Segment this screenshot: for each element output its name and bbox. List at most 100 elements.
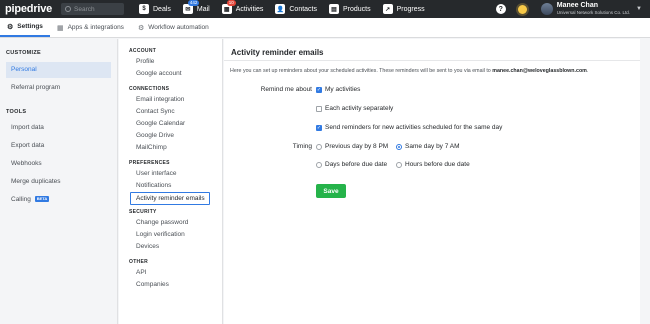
user-menu[interactable]: Manee Chan Universal Network Solutions C…	[557, 2, 630, 16]
left-sidebar: CUSTOMIZE Personal Referral program TOOL…	[0, 39, 118, 324]
sidebar-item-import-data[interactable]: Import data	[0, 120, 117, 136]
lightbulb-icon[interactable]	[517, 4, 527, 14]
radio-selected-icon[interactable]	[396, 143, 402, 150]
option-each-activity[interactable]: Each activity separately	[316, 105, 393, 112]
subnav-item-profile[interactable]: Profile	[119, 56, 222, 68]
subnav-item-companies[interactable]: Companies	[119, 279, 222, 291]
search-placeholder: Search	[74, 5, 95, 13]
section-heading-customize: CUSTOMIZE	[6, 50, 41, 56]
option-my-activities[interactable]: ✓ My activities	[316, 86, 360, 93]
dollar-icon: $	[139, 4, 149, 14]
radio-icon[interactable]	[396, 161, 402, 168]
option-same-day-label: Same day by 7 AM	[405, 143, 460, 150]
main-content: Activity reminder emails Here you can se…	[224, 39, 640, 324]
search-icon	[65, 6, 71, 12]
sidebar-item-calling-label: Calling	[11, 196, 31, 203]
subnav-item-google-drive[interactable]: Google Drive	[119, 130, 222, 142]
option-hours-before[interactable]: Hours before due date	[396, 161, 470, 168]
subnav-item-user-interface[interactable]: User interface	[119, 168, 222, 180]
settings-subnav: ACCOUNT Profile Google account CONNECTIO…	[119, 39, 223, 324]
checkbox-icon[interactable]	[316, 105, 322, 112]
tab-workflow-label: Workflow automation	[148, 24, 209, 31]
subnav-heading-preferences: PREFERENCES	[129, 160, 170, 166]
subnav-item-change-password[interactable]: Change password	[119, 217, 222, 229]
page-title: Activity reminder emails	[224, 39, 640, 61]
checkbox-checked-icon[interactable]: ✓	[316, 86, 322, 93]
automation-icon: ⚙	[137, 24, 145, 32]
avatar[interactable]	[540, 3, 553, 15]
option-same-day[interactable]: Same day by 7 AM	[396, 143, 460, 150]
gear-icon: ⚙	[7, 23, 14, 31]
subnav-heading-connections: CONNECTIONS	[129, 86, 170, 92]
nav-progress-label: Progress	[396, 5, 425, 13]
main-nav: $ Deals ✉ 442 Mail ▦ 10 Activities 👤 Con…	[139, 0, 437, 14]
nav-mail[interactable]: ✉ 442 Mail	[182, 0, 210, 14]
sidebar-item-calling[interactable]: Calling BETA	[0, 192, 117, 208]
topbar-right: ? Manee Chan Universal Network Solutions…	[495, 0, 650, 18]
option-my-activities-label: My activities	[325, 86, 361, 93]
description-end: .	[586, 68, 589, 74]
section-heading-tools: TOOLS	[6, 109, 27, 115]
nav-activities[interactable]: ▦ 10 Activities	[221, 0, 264, 14]
settings-tabs: ⚙ Settings ▦ Apps & integrations ⚙ Workf…	[0, 18, 650, 38]
option-hours-before-label: Hours before due date	[405, 161, 470, 168]
tab-workflow-automation[interactable]: ⚙ Workflow automation	[131, 18, 216, 37]
subnav-heading-account: ACCOUNT	[129, 48, 157, 54]
subnav-item-contact-sync[interactable]: Contact Sync	[119, 106, 222, 118]
checkbox-checked-icon[interactable]: ✓	[316, 124, 322, 131]
nav-contacts-label: Contacts	[289, 5, 317, 13]
right-scroll-area	[640, 39, 650, 324]
sidebar-item-webhooks[interactable]: Webhooks	[0, 156, 117, 172]
sidebar-item-merge-duplicates[interactable]: Merge duplicates	[0, 174, 117, 190]
subnav-item-api[interactable]: API	[119, 267, 222, 279]
option-days-before[interactable]: Days before due date	[316, 161, 387, 168]
help-icon[interactable]: ?	[495, 4, 506, 14]
tab-settings[interactable]: ⚙ Settings	[0, 18, 50, 37]
subnav-item-login-verification[interactable]: Login verification	[119, 229, 222, 241]
grid-icon: ▦	[56, 24, 64, 32]
subnav-item-notifications[interactable]: Notifications	[119, 180, 222, 192]
pipedrive-logo[interactable]: pipedrive	[5, 3, 57, 15]
nav-contacts[interactable]: 👤 Contacts	[275, 4, 317, 14]
save-button[interactable]: Save	[316, 184, 346, 198]
subnav-item-activity-reminder-emails[interactable]: Activity reminder emails	[130, 192, 210, 205]
option-previous-day-label: Previous day by 8 PM	[325, 143, 389, 150]
subnav-item-google-calendar[interactable]: Google Calendar	[119, 118, 222, 130]
box-icon: ▤	[329, 4, 339, 14]
nav-progress[interactable]: ↗ Progress	[382, 4, 425, 14]
subnav-item-mailchimp[interactable]: MailChimp	[119, 142, 222, 154]
sidebar-item-personal[interactable]: Personal	[6, 62, 111, 78]
timing-label: Timing	[292, 143, 312, 150]
search-input[interactable]: Search	[61, 3, 124, 15]
chevron-down-icon[interactable]: ▼	[636, 6, 642, 12]
subnav-item-email-integration[interactable]: Email integration	[119, 94, 222, 106]
remind-me-about-label: Remind me about	[260, 86, 312, 93]
description-text: Here you can set up reminders about your…	[230, 68, 493, 74]
radio-icon[interactable]	[316, 161, 322, 168]
subnav-item-devices[interactable]: Devices	[119, 241, 222, 253]
tab-apps-integrations[interactable]: ▦ Apps & integrations	[50, 18, 131, 37]
option-new-activities[interactable]: ✓ Send reminders for new activities sche…	[316, 124, 502, 131]
subnav-heading-other: OTHER	[129, 259, 148, 265]
mail-count-badge: 442	[187, 0, 200, 6]
nav-products[interactable]: ▤ Products	[329, 4, 371, 14]
subnav-heading-security: SECURITY	[129, 209, 157, 215]
user-name: Manee Chan	[556, 2, 598, 9]
option-previous-day[interactable]: Previous day by 8 PM	[316, 143, 388, 150]
nav-deals[interactable]: $ Deals	[139, 4, 171, 14]
nav-deals-label: Deals	[153, 5, 171, 13]
nav-products-label: Products	[343, 5, 371, 13]
option-new-activities-label: Send reminders for new activities schedu…	[325, 124, 503, 131]
activities-count-badge: 10	[226, 0, 236, 6]
sidebar-item-referral-program[interactable]: Referral program	[0, 80, 117, 96]
option-days-before-label: Days before due date	[325, 161, 388, 168]
subnav-item-google-account[interactable]: Google account	[119, 68, 222, 80]
radio-icon[interactable]	[316, 143, 322, 150]
nav-mail-label: Mail	[196, 5, 210, 13]
top-navigation-bar: pipedrive Search $ Deals ✉ 442 Mail ▦ 10…	[0, 0, 650, 18]
description-email: manee.chan@weloveglassblown.com	[492, 68, 587, 74]
sidebar-item-export-data[interactable]: Export data	[0, 138, 117, 154]
tab-settings-label: Settings	[17, 23, 43, 30]
tab-apps-label: Apps & integrations	[67, 24, 124, 31]
nav-activities-label: Activities	[235, 5, 264, 13]
